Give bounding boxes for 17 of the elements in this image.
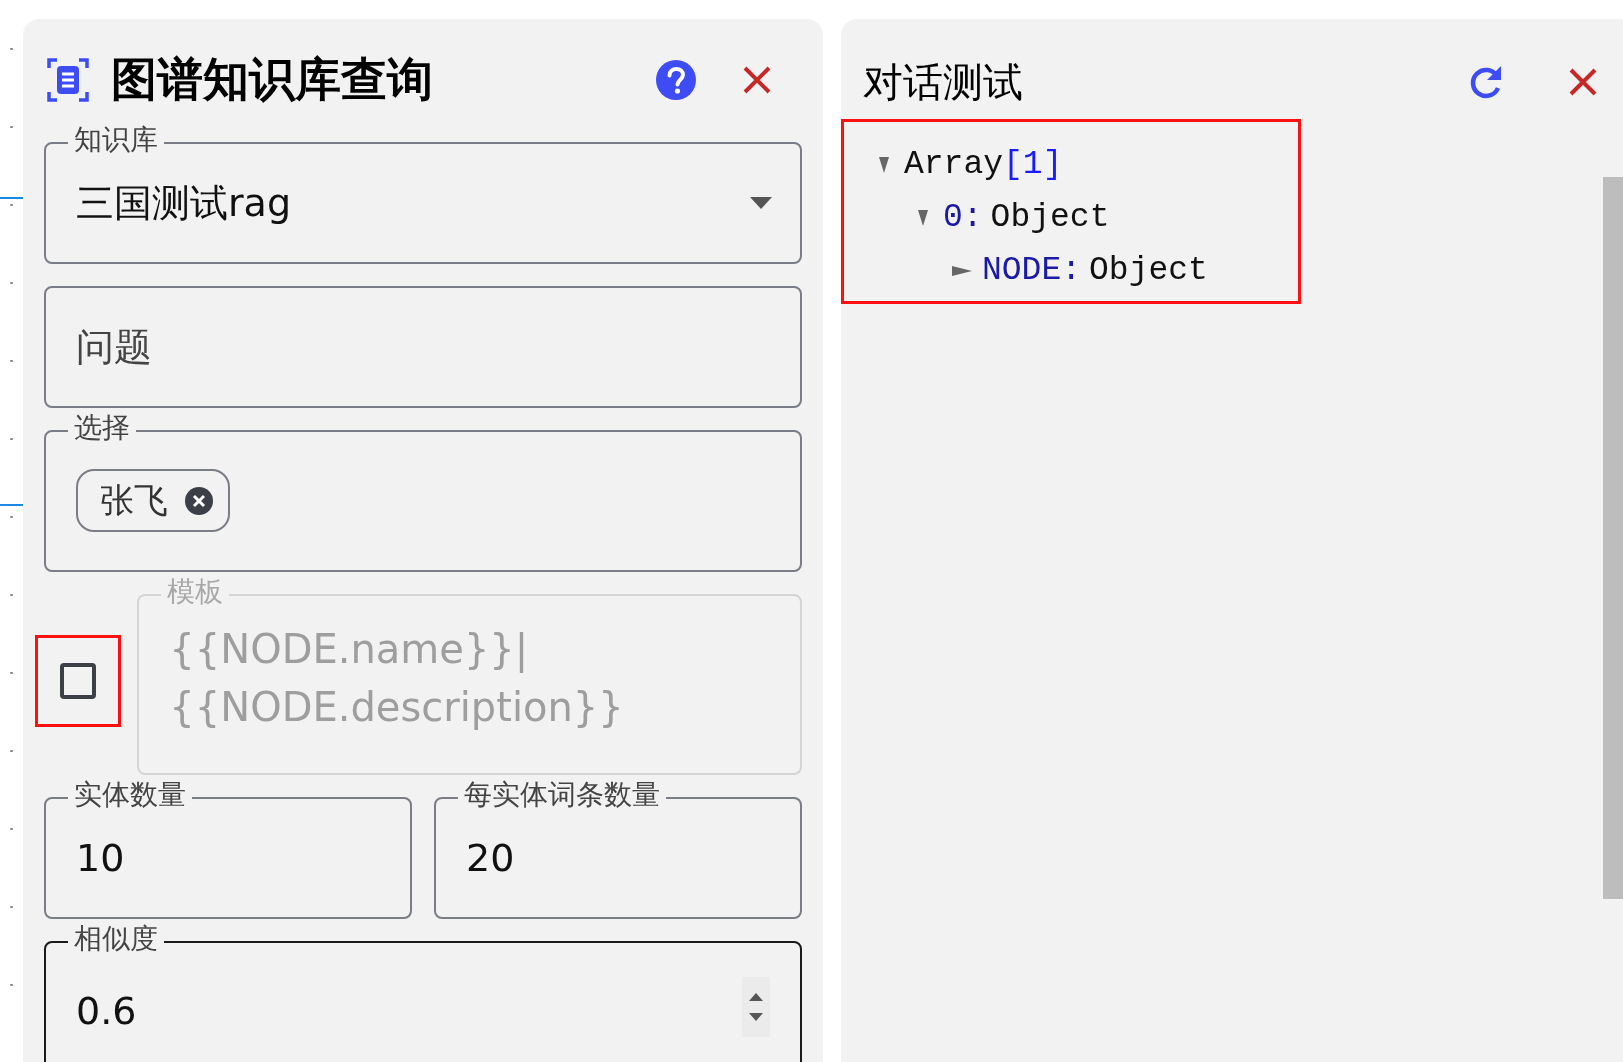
field-label: 知识库 [68,123,164,157]
connector-line [0,197,23,199]
caret-icon [750,197,772,209]
help-icon[interactable] [656,60,696,100]
tree-node[interactable]: NODE: Object [844,244,1298,297]
collapsed-caret-icon[interactable] [952,264,972,277]
remove-icon[interactable] [184,485,214,516]
tree-node[interactable]: 0: Object [844,191,1298,244]
panel-title: 图谱知识库查询 [111,51,434,108]
tree-node[interactable]: Array[1] [844,138,1298,191]
close-icon[interactable] [742,65,772,95]
document-scan-icon [47,58,89,102]
connector-line [0,504,23,506]
chip[interactable]: 张飞 [76,469,230,532]
panel-title: 对话测试 [863,57,1024,107]
close-icon[interactable] [1568,67,1598,97]
refresh-icon[interactable] [1468,64,1504,100]
